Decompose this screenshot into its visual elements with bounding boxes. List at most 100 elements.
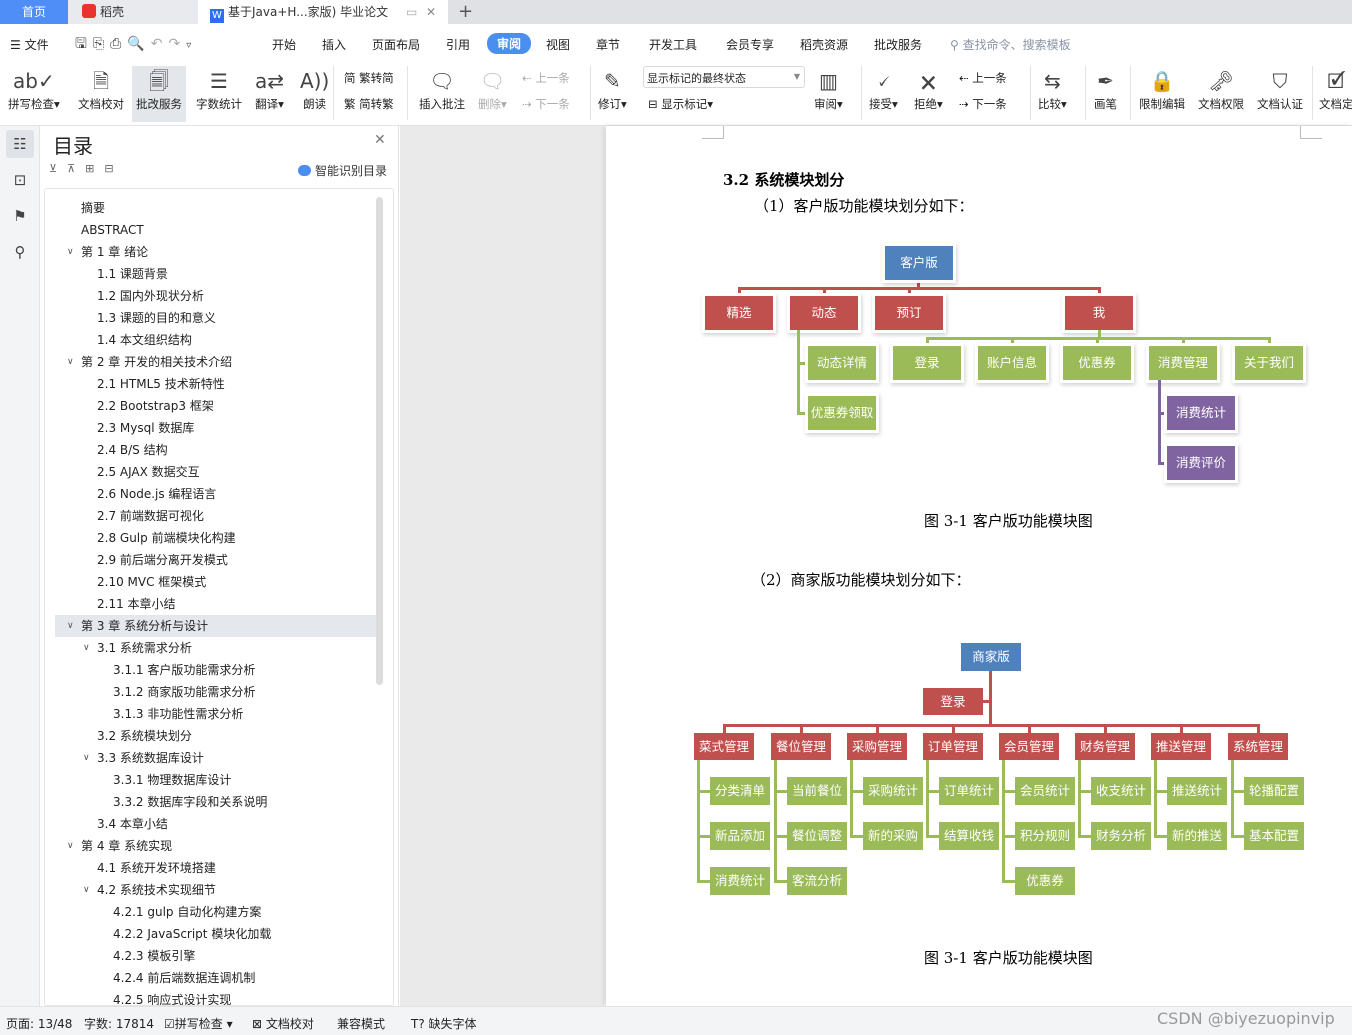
save-icon[interactable]: 🖫: [75, 36, 93, 52]
toc-item[interactable]: 3.2 系统模块划分: [55, 725, 378, 747]
reject-button[interactable]: 🗙 拒绝▾: [914, 66, 943, 112]
chevron-down-icon[interactable]: ∨: [83, 879, 90, 901]
translate-button[interactable]: a⇄ 翻译▾: [255, 66, 284, 112]
toc-item[interactable]: 2.1 HTML5 技术新特性: [55, 373, 378, 395]
display-mode-select[interactable]: 显示标记的最终状态 ▼: [643, 66, 805, 88]
simp-to-trad-button[interactable]: 繁 简转繁: [344, 96, 394, 112]
toc-item[interactable]: 1.2 国内外现状分析: [55, 285, 378, 307]
menu-tab-8[interactable]: 会员专享: [726, 36, 774, 53]
menu-tab-7[interactable]: 开发工具: [649, 36, 697, 53]
bookmark-icon[interactable]: ⚑: [6, 202, 34, 230]
chevron-down-icon[interactable]: ∨: [67, 351, 74, 373]
toc-item[interactable]: ABSTRACT: [55, 219, 378, 241]
pin-icon[interactable]: ▭: [406, 0, 417, 24]
toc-item[interactable]: 4.2.1 gulp 自动化构建方案: [55, 901, 378, 923]
toc-item[interactable]: ∨ 3.1 系统需求分析: [55, 637, 378, 659]
toc-item[interactable]: ∨ 3.3 系统数据库设计: [55, 747, 378, 769]
tab-daoke[interactable]: 稻壳: [68, 0, 198, 24]
insert-comment-button[interactable]: 🗨 插入批注: [419, 66, 465, 112]
pen-button[interactable]: ✒ 画笔: [1094, 66, 1117, 112]
chevron-down-icon[interactable]: ∨: [67, 241, 74, 263]
toc-item[interactable]: 2.5 AJAX 数据交互: [55, 461, 378, 483]
chevron-down-icon[interactable]: ∨: [67, 835, 74, 857]
more-icon[interactable]: ▿: [186, 40, 197, 51]
restrict-editing-button[interactable]: 🔒 限制编辑: [1139, 66, 1185, 112]
track-changes-button[interactable]: ✎ 修订▾: [598, 66, 627, 112]
toc-item[interactable]: 4.2.4 前后端数据连调机制: [55, 967, 378, 989]
toc-nav-icon[interactable]: ☷: [6, 130, 34, 158]
print-icon[interactable]: ⎙: [110, 36, 127, 52]
toc-item[interactable]: 3.1.1 客户版功能需求分析: [55, 659, 378, 681]
toc-item[interactable]: ∨ 第 2 章 开发的相关技术介绍: [55, 351, 378, 373]
toc-item[interactable]: 4.2.3 模板引擎: [55, 945, 378, 967]
toc-item[interactable]: 2.9 前后端分离开发模式: [55, 549, 378, 571]
spell-check-button[interactable]: ab✓ 拼写检查▾: [8, 66, 60, 112]
toc-item[interactable]: 4.1 系统开发环境搭建: [55, 857, 378, 879]
chevron-down-icon[interactable]: ∨: [83, 747, 90, 769]
toc-item[interactable]: ∨ 第 1 章 绪论: [55, 241, 378, 263]
review-pane-button[interactable]: ▥ 审阅▾: [814, 66, 843, 112]
toc-item[interactable]: ∨ 第 4 章 系统实现: [55, 835, 378, 857]
finalize-button[interactable]: 🗹 文档定: [1319, 66, 1352, 112]
read-aloud-button[interactable]: A)) 朗读: [300, 66, 329, 112]
toc-item[interactable]: 3.1.3 非功能性需求分析: [55, 703, 378, 725]
toc-item[interactable]: 2.10 MVC 框架模式: [55, 571, 378, 593]
show-marks-button[interactable]: ⊟ 显示标记▾: [648, 96, 713, 112]
menu-tab-1[interactable]: 插入: [322, 36, 346, 53]
toc-item[interactable]: 2.11 本章小结: [55, 593, 378, 615]
command-search[interactable]: ⚲ 查找命令、搜索模板: [950, 36, 1071, 53]
accept-button[interactable]: 🗸 接受▾: [869, 66, 898, 112]
toc-item[interactable]: 2.6 Node.js 编程语言: [55, 483, 378, 505]
word-count-button[interactable]: ☰ 字数统计: [196, 66, 242, 112]
next-change-button[interactable]: ⇢ 下一条: [959, 96, 1007, 112]
search-nav-icon[interactable]: ⚲: [6, 238, 34, 266]
export-icon[interactable]: ⎘: [93, 36, 110, 52]
toc-item[interactable]: ∨ 4.2 系统技术实现细节: [55, 879, 378, 901]
page-indicator[interactable]: 页面: 13/48: [6, 1015, 72, 1032]
status-proofread[interactable]: ⊠ 文档校对: [252, 1015, 314, 1032]
toc-item[interactable]: 2.3 Mysql 数据库: [55, 417, 378, 439]
undo-icon[interactable]: ↶: [151, 36, 169, 52]
chevron-down-icon[interactable]: ∨: [83, 637, 90, 659]
trad-to-simp-button[interactable]: 简 繁转简: [344, 70, 394, 86]
preview-icon[interactable]: 🔍: [127, 36, 150, 52]
chapter-nav-icon[interactable]: ⊡: [6, 166, 34, 194]
toc-item[interactable]: 2.7 前端数据可视化: [55, 505, 378, 527]
toc-item[interactable]: 1.3 课题的目的和意义: [55, 307, 378, 329]
toc-item[interactable]: 2.4 B/S 结构: [55, 439, 378, 461]
toc-item[interactable]: 3.3.2 数据库字段和关系说明: [55, 791, 378, 813]
tab-document[interactable]: W 基于Java+H...家版) 毕业论文 ▭ ✕: [198, 0, 448, 24]
compare-button[interactable]: ⇆ 比较▾: [1038, 66, 1067, 112]
close-tab-icon[interactable]: ✕: [426, 0, 436, 24]
missing-font[interactable]: T? 缺失字体: [411, 1015, 477, 1032]
status-spell-check[interactable]: ☑拼写检查 ▾: [164, 1015, 233, 1032]
new-tab-button[interactable]: +: [458, 0, 473, 24]
redo-icon[interactable]: ↷: [169, 36, 187, 52]
proofread-button[interactable]: 🗎 文档校对: [78, 66, 124, 112]
toc-item[interactable]: 4.2.5 响应式设计实现: [55, 989, 378, 1005]
toc-item[interactable]: 1.4 本文组织结构: [55, 329, 378, 351]
menu-tab-9[interactable]: 稻壳资源: [800, 36, 848, 53]
toc-item[interactable]: 3.4 本章小结: [55, 813, 378, 835]
tab-home[interactable]: 首页: [0, 0, 68, 24]
menu-tab-10[interactable]: 批改服务: [874, 36, 922, 53]
correction-service-button[interactable]: 🗐 批改服务: [132, 66, 186, 122]
menu-tab-0[interactable]: 开始: [272, 36, 296, 53]
smart-toc-button[interactable]: 智能识别目录: [298, 162, 387, 179]
next-comment-button[interactable]: ⇢ 下一条: [522, 96, 570, 112]
toc-item[interactable]: 1.1 课题背景: [55, 263, 378, 285]
word-count-indicator[interactable]: 字数: 17814: [84, 1015, 154, 1032]
remove-level-icon[interactable]: ⊟: [104, 162, 123, 175]
menu-tab-3[interactable]: 引用: [446, 36, 470, 53]
prev-comment-button[interactable]: ⇠ 上一条: [522, 70, 570, 86]
add-level-icon[interactable]: ⊞: [85, 162, 104, 175]
doc-permission-button[interactable]: 🗝 文档权限: [1198, 66, 1244, 112]
close-panel-icon[interactable]: ✕: [374, 132, 386, 148]
menu-tab-5[interactable]: 视图: [546, 36, 570, 53]
toc-item[interactable]: 2.2 Bootstrap3 框架: [55, 395, 378, 417]
toc-item[interactable]: 3.1.2 商家版功能需求分析: [55, 681, 378, 703]
toc-item[interactable]: 3.3.1 物理数据库设计: [55, 769, 378, 791]
delete-comment-button[interactable]: 🗨 删除▾: [478, 66, 507, 112]
toc-scrollbar[interactable]: [376, 197, 383, 685]
file-menu[interactable]: ☰ 文件: [10, 36, 49, 53]
